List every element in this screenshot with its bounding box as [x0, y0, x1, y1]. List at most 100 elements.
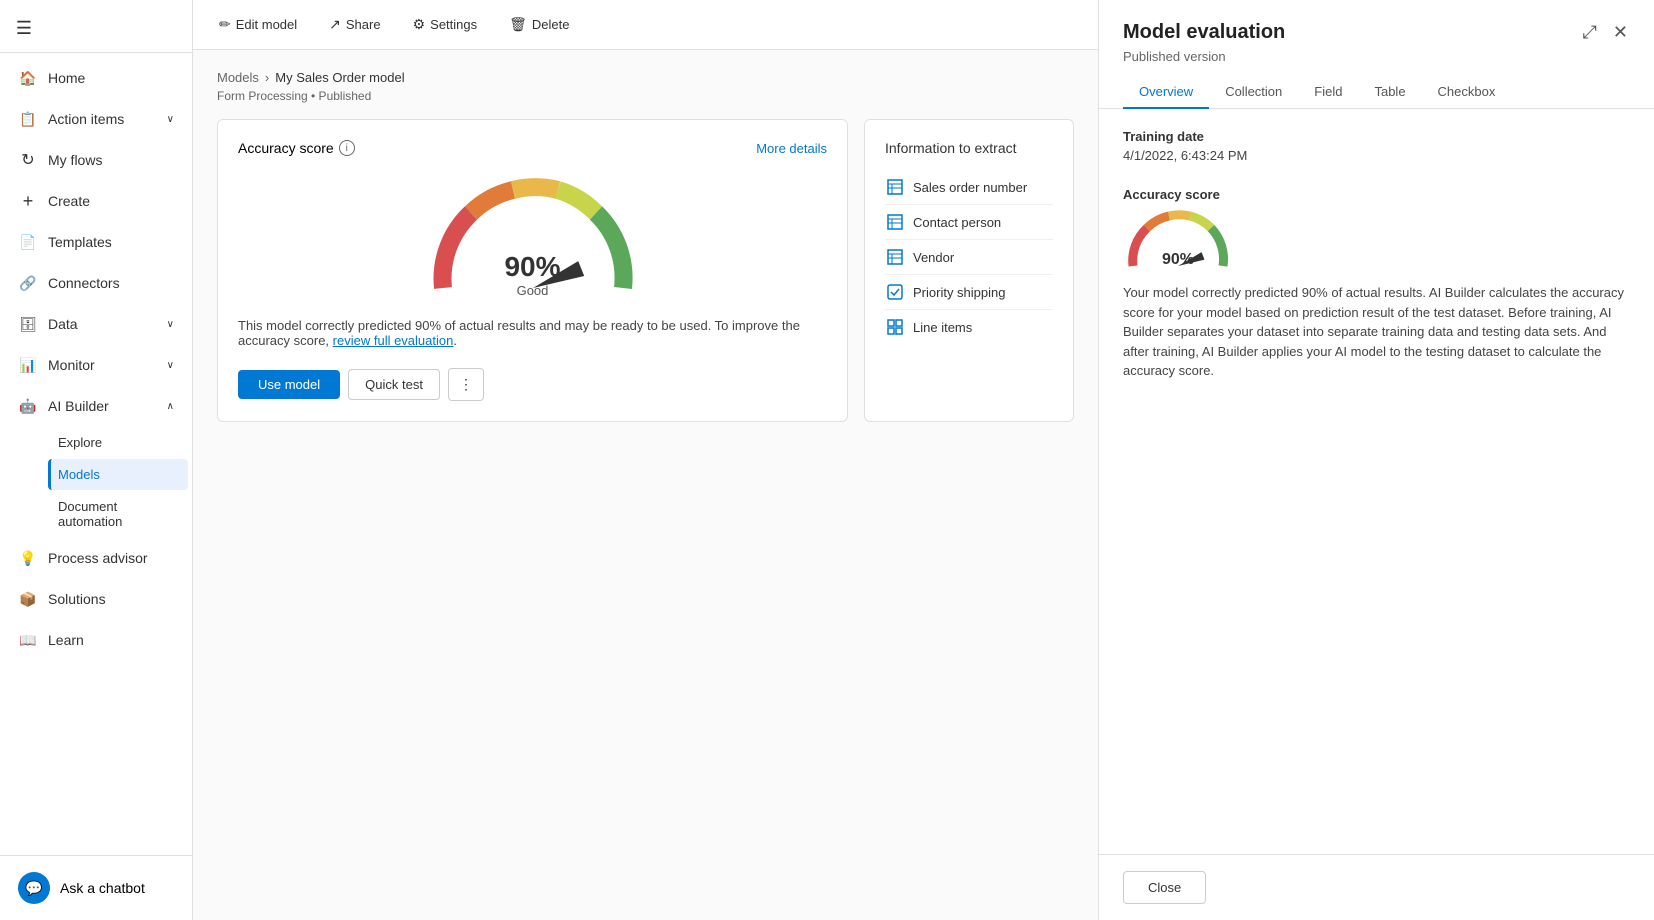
action-buttons: Use model Quick test ⋮: [238, 368, 827, 401]
sidebar-item-connectors[interactable]: 🔗 Connectors: [4, 263, 188, 303]
training-date-value: 4/1/2022, 6:43:24 PM: [1123, 148, 1630, 163]
accuracy-score-section: Accuracy score 90%: [1123, 187, 1630, 381]
sidebar-item-learn[interactable]: 📖 Learn: [4, 620, 188, 660]
chatbot-label: Ask a chatbot: [60, 880, 145, 896]
sidebar-item-document-automation[interactable]: Document automation: [48, 491, 188, 537]
chatbot-avatar: 💬: [18, 872, 50, 904]
review-evaluation-link[interactable]: review full evaluation: [333, 333, 454, 348]
sidebar-item-models[interactable]: Models: [48, 459, 188, 490]
sidebar-top: ☰: [0, 0, 192, 53]
solutions-icon: 📦: [18, 589, 38, 609]
close-button[interactable]: Close: [1123, 871, 1206, 904]
main-content: ✏ Edit model ↗ Share ⚙ Settings 🗑 Delete…: [193, 0, 1098, 920]
sidebar-item-solutions[interactable]: 📦 Solutions: [4, 579, 188, 619]
toolbar-button-label: Edit model: [236, 17, 297, 32]
home-icon: 🏠: [18, 68, 38, 88]
delete-button[interactable]: 🗑 Delete: [503, 12, 575, 37]
sidebar-item-explore[interactable]: Explore: [48, 427, 188, 458]
ai-builder-icon: 🤖: [18, 396, 38, 416]
panel-title-row: Model evaluation ⤢ ✕: [1123, 20, 1630, 45]
sidebar-item-label: Monitor: [48, 357, 95, 373]
sidebar-item-process-advisor[interactable]: 💡 Process advisor: [4, 538, 188, 578]
info-item-label: Contact person: [913, 215, 1001, 230]
use-model-button[interactable]: Use model: [238, 370, 340, 399]
info-extraction-card: Information to extract Sales order numbe…: [864, 119, 1074, 422]
chatbot-button[interactable]: 💬 Ask a chatbot: [8, 864, 184, 912]
gauge-text-group: 90% Good: [504, 251, 560, 298]
close-panel-button[interactable]: ✕: [1611, 20, 1630, 45]
settings-button[interactable]: ⚙ Settings: [407, 12, 484, 37]
sidebar-item-label: AI Builder: [48, 398, 109, 414]
accuracy-title-text: Accuracy score: [238, 140, 334, 156]
info-item-priority-shipping: Priority shipping: [885, 275, 1053, 310]
info-item-label: Vendor: [913, 250, 954, 265]
tab-checkbox[interactable]: Checkbox: [1422, 76, 1512, 109]
sidebar-item-monitor[interactable]: 📊 Monitor ∨: [4, 345, 188, 385]
info-icon[interactable]: i: [339, 140, 355, 156]
sidebar-item-label: Create: [48, 193, 90, 209]
breadcrumb-parent[interactable]: Models: [217, 70, 259, 85]
sidebar-item-label: Solutions: [48, 591, 106, 607]
link-suffix: .: [453, 333, 457, 348]
sidebar-item-label: Action items: [48, 111, 124, 127]
hamburger-icon: ☰: [16, 18, 32, 39]
tab-field[interactable]: Field: [1298, 76, 1358, 109]
sidebar-item-home[interactable]: 🏠 Home: [4, 58, 188, 98]
share-button[interactable]: ↗ Share: [323, 12, 386, 37]
info-item-sales-order-number: Sales order number: [885, 170, 1053, 205]
sidebar-item-label: My flows: [48, 152, 102, 168]
process-advisor-icon: 💡: [18, 548, 38, 568]
training-date-label: Training date: [1123, 129, 1630, 144]
sidebar-item-label: Document automation: [58, 499, 178, 529]
monitor-icon: 📊: [18, 355, 38, 375]
breadcrumb-current: My Sales Order model: [275, 70, 404, 85]
more-details-link[interactable]: More details: [756, 141, 827, 156]
sidebar-item-label: Connectors: [48, 275, 120, 291]
share-icon: ↗: [329, 16, 341, 33]
toolbar-button-label: Delete: [532, 17, 570, 32]
accuracy-card: Accuracy score i More details: [217, 119, 848, 422]
info-item-label: Priority shipping: [913, 285, 1006, 300]
info-item-contact-person: Contact person: [885, 205, 1053, 240]
data-icon: 🗄: [18, 314, 38, 334]
panel-actions: ⤢ ✕: [1581, 20, 1631, 45]
sidebar-item-ai-builder[interactable]: 🤖 AI Builder ∧: [4, 386, 188, 426]
gauge-container: 90% Good: [238, 168, 827, 298]
info-item-vendor: Vendor: [885, 240, 1053, 275]
action-items-icon: 📋: [18, 109, 38, 129]
sidebar-item-action-items[interactable]: 📋 Action items ∨: [4, 99, 188, 139]
trash-icon: 🗑: [509, 16, 527, 33]
info-item-label: Sales order number: [913, 180, 1027, 195]
connectors-icon: 🔗: [18, 273, 38, 293]
sidebar-item-my-flows[interactable]: ↻ My flows: [4, 140, 188, 180]
info-item-label: Line items: [913, 320, 972, 335]
tab-collection[interactable]: Collection: [1209, 76, 1298, 109]
chevron-down-icon: ∨: [167, 360, 174, 371]
tab-overview[interactable]: Overview: [1123, 76, 1209, 109]
panel-title: Model evaluation: [1123, 21, 1285, 44]
tab-table[interactable]: Table: [1358, 76, 1421, 109]
panel-tabs: Overview Collection Field Table Checkbox: [1123, 76, 1630, 108]
more-options-button[interactable]: ⋮: [448, 368, 484, 401]
page-subtitle: Form Processing • Published: [217, 89, 1074, 103]
panel-body: Training date 4/1/2022, 6:43:24 PM Accur…: [1099, 109, 1654, 854]
quick-test-button[interactable]: Quick test: [348, 369, 440, 400]
table-icon: [885, 212, 905, 232]
sidebar-item-create[interactable]: + Create: [4, 181, 188, 221]
edit-model-button[interactable]: ✏ Edit model: [213, 12, 303, 37]
sidebar-item-data[interactable]: 🗄 Data ∨: [4, 304, 188, 344]
page-body: Models › My Sales Order model Form Proce…: [193, 50, 1098, 920]
gauge-percent: 90%: [504, 251, 560, 283]
sidebar-item-label: Explore: [58, 435, 102, 450]
sidebar-bottom: 💬 Ask a chatbot: [0, 855, 192, 920]
expand-button[interactable]: ⤢: [1581, 20, 1599, 45]
sidebar-item-templates[interactable]: 📄 Templates: [4, 222, 188, 262]
panel-gauge-percent: 90%: [1162, 251, 1194, 269]
accuracy-description-text: Your model correctly predicted 90% of ac…: [1123, 283, 1630, 381]
chevron-up-icon: ∧: [167, 401, 174, 412]
flows-icon: ↻: [18, 150, 38, 170]
checkbox-icon: [885, 282, 905, 302]
accuracy-description: This model correctly predicted 90% of ac…: [238, 318, 827, 348]
hamburger-button[interactable]: ☰: [8, 12, 40, 44]
sidebar-navigation: 🏠 Home 📋 Action items ∨ ↻ My flows + Cre…: [0, 53, 192, 855]
